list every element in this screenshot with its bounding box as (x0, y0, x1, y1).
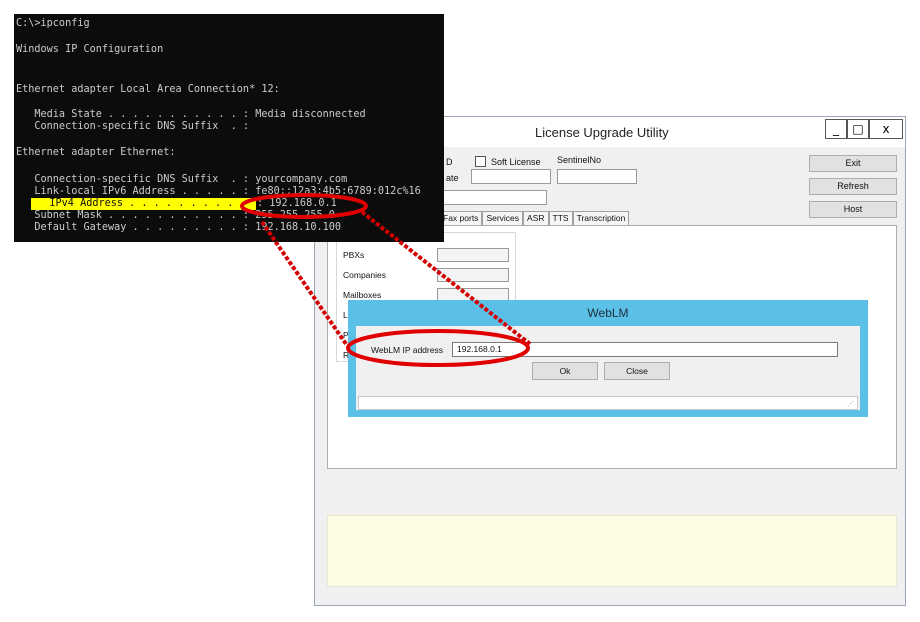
weblm-ip-label: WebLM IP address (371, 345, 443, 355)
console-line-ipv4-highlight: IPv4 Address . . . . . . . . . . (31, 198, 256, 210)
console-line-gateway: Default Gateway . . . . . . . . . : 192.… (16, 222, 342, 233)
console-line-dns-suffix-1: Connection-specific DNS Suffix . : (16, 121, 250, 132)
refresh-button[interactable]: Refresh (809, 178, 897, 195)
weblm-ip-input[interactable]: 192.168.0.1 (452, 342, 838, 357)
close-window-button[interactable]: x (869, 119, 903, 139)
tab-services[interactable]: Services (482, 211, 524, 225)
console-line-prompt: C:\>ipconfig (16, 18, 90, 29)
weblm-status-strip: ⋰ (358, 396, 858, 410)
console-line-adapter-2: Ethernet adapter Ethernet: (16, 147, 176, 158)
tab-bar: Fax ports Services ASR TTS Transcription (439, 211, 630, 225)
ok-button[interactable]: Ok (532, 362, 598, 380)
maximize-button[interactable]: □ (847, 119, 869, 139)
date-field[interactable] (471, 169, 551, 184)
soft-license-checkbox[interactable] (475, 156, 486, 167)
info-field[interactable] (433, 190, 547, 205)
console-line-title: Windows IP Configuration (16, 44, 164, 55)
sentinel-field[interactable] (557, 169, 637, 184)
companies-field[interactable] (437, 268, 509, 282)
command-prompt-window: C:\>ipconfig Windows IP Configuration Et… (14, 14, 444, 242)
pbxs-label: PBXs (343, 250, 365, 260)
console-line-dns-suffix-2: Connection-specific DNS Suffix . : yourc… (16, 174, 348, 185)
weblm-dialog: WebLM WebLM IP address 192.168.0.1 Ok Cl… (348, 300, 868, 417)
pbxs-field[interactable] (437, 248, 509, 262)
host-button[interactable]: Host (809, 201, 897, 218)
luu-title: License Upgrade Utility (535, 125, 669, 140)
soft-license-label: Soft License (491, 157, 541, 167)
console-line-ipv4-value: : 192.168.0.1 (257, 198, 337, 209)
mailboxes-label: Mailboxes (343, 290, 382, 300)
status-panel (327, 515, 897, 587)
console-line-subnet: Subnet Mask . . . . . . . . . . . : 255.… (16, 210, 335, 221)
tab-tts[interactable]: TTS (548, 211, 573, 225)
sentinel-label: SentinelNo (557, 155, 602, 165)
weblm-title: WebLM (587, 306, 629, 320)
tab-asr[interactable]: ASR (523, 211, 549, 225)
weblm-body: WebLM IP address 192.168.0.1 Ok Close ⋰ (356, 326, 860, 410)
tab-transcription[interactable]: Transcription (572, 211, 630, 225)
console-line-adapter-1: Ethernet adapter Local Area Connection* … (16, 84, 280, 95)
id-label: D (446, 157, 453, 167)
console-line-media-state: Media State . . . . . . . . . . . : Medi… (16, 109, 366, 120)
tab-fax-ports[interactable]: Fax ports (439, 211, 483, 225)
companies-label: Companies (343, 270, 386, 280)
date-label: ate (446, 173, 459, 183)
console-line-ipv6: Link-local IPv6 Address . . . . . : fe80… (16, 186, 421, 197)
exit-button[interactable]: Exit (809, 155, 897, 172)
ipv4-label: IPv4 Address . . . . . . . . . . (31, 198, 252, 209)
minimize-button[interactable]: _ (825, 119, 847, 139)
close-button[interactable]: Close (604, 362, 670, 380)
resize-grip-icon[interactable]: ⋰ (847, 401, 854, 408)
